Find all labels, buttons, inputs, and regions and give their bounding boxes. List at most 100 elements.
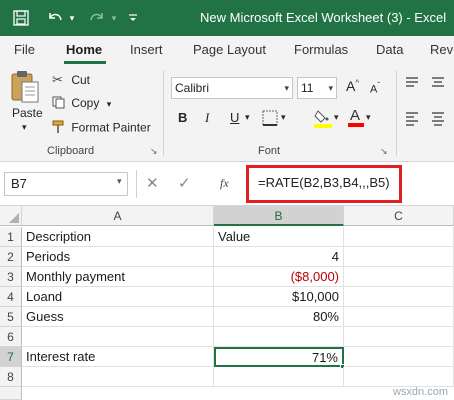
cell-c2[interactable] [344,247,454,267]
ribbon-tabs: File Home Insert Page Layout Formulas Da… [0,36,454,64]
font-group-label: Font [258,145,281,157]
row-header[interactable]: 5 [0,307,22,327]
italic-button[interactable]: I [205,110,209,126]
select-all-corner[interactable] [0,206,22,226]
tab-file[interactable]: File [14,36,35,64]
increase-font-size-icon[interactable]: A^ [346,78,359,94]
copy-label: Copy [71,96,100,111]
borders-dropdown-icon[interactable]: ▾ [281,112,286,123]
underline-dropdown-icon[interactable]: ▾ [245,112,250,123]
paste-dropdown-icon[interactable]: ▾ [22,122,27,133]
column-header-a[interactable]: A [22,206,214,226]
cell-c5[interactable] [344,307,454,327]
paste-button[interactable] [10,70,40,107]
tab-page-layout[interactable]: Page Layout [193,36,266,64]
cell-b7[interactable]: 71% [214,347,344,367]
font-color-button[interactable]: A [348,106,364,131]
row-header[interactable]: 4 [0,287,22,307]
cell-a8[interactable] [22,367,214,387]
enter-icon[interactable]: ✓ [178,174,191,192]
save-icon[interactable] [10,0,32,36]
borders-button[interactable] [262,110,278,129]
format-painter-button[interactable]: Format Painter [52,120,151,137]
watermark: wsxdn.com [392,386,448,398]
redo-icon[interactable] [86,0,108,36]
ribbon-separator [163,70,164,156]
cell-b6[interactable] [214,327,344,347]
decrease-font-size-icon[interactable]: Aˇ [370,81,380,96]
cancel-icon[interactable]: ✕ [146,174,159,192]
font-size-value: 11 [301,81,314,95]
tab-review[interactable]: Review [430,36,454,64]
tab-formulas[interactable]: Formulas [294,36,348,64]
title-bar: ▾ ▾ New Microsoft Excel Worksheet (3) - … [0,0,454,36]
font-color-dropdown-icon[interactable]: ▾ [366,112,371,123]
align-center-icon[interactable] [430,110,446,129]
row-header[interactable]: 1 [0,227,22,247]
align-middle-icon[interactable] [430,74,446,93]
tab-home[interactable]: Home [66,36,102,64]
borders-icon [262,110,278,126]
bold-button[interactable]: B [178,110,187,125]
tab-data[interactable]: Data [376,36,403,64]
cell-b5[interactable]: 80% [214,307,344,327]
cell-b3[interactable]: ($8,000) [214,267,344,287]
cell-a1[interactable]: Description [22,227,214,247]
ribbon-separator [396,70,397,156]
row-header[interactable]: 3 [0,267,22,287]
cell-b1[interactable]: Value [214,227,344,247]
cell-a7[interactable]: Interest rate [22,347,214,367]
cell-c6[interactable] [344,327,454,347]
font-launcher-icon[interactable]: ↘ [380,146,388,157]
cell-b4[interactable]: $10,000 [214,287,344,307]
cut-button[interactable]: ✂ Cut [52,72,90,88]
name-box-dropdown-icon[interactable]: ▾ [117,176,122,187]
column-header-b[interactable]: B [214,206,344,226]
name-box[interactable]: B7 [4,172,128,196]
align-top-icon[interactable] [404,74,420,93]
customize-quick-access-icon[interactable] [126,0,140,36]
formula-bar-divider [136,170,137,198]
row-header[interactable]: 6 [0,327,22,347]
tab-insert[interactable]: Insert [130,36,163,64]
cell-a4[interactable]: Loand [22,287,214,307]
cell-c7[interactable] [344,347,454,367]
cell-c3[interactable] [344,267,454,287]
cell-a6[interactable] [22,327,214,347]
clipboard-group-label: Clipboard [47,145,95,157]
fill-color-button[interactable] [314,108,332,131]
cell-c4[interactable] [344,287,454,307]
font-name-select[interactable]: Calibri ▾ [171,77,293,99]
cell-c8[interactable] [344,367,454,387]
font-size-select[interactable]: 11 ▾ [297,77,337,99]
clipboard-launcher-icon[interactable]: ↘ [150,146,158,157]
cell-a2[interactable]: Periods [22,247,214,267]
cell-a5[interactable]: Guess [22,307,214,327]
copy-icon [52,96,68,112]
paintbrush-icon [52,120,68,137]
undo-dropdown-icon[interactable]: ▾ [66,0,78,36]
row-header[interactable] [0,387,22,400]
align-left-icon[interactable] [404,110,420,129]
formula-input[interactable]: =RATE(B2,B3,B4,,,B5) [258,175,390,190]
font-size-dropdown-icon: ▾ [328,83,333,93]
underline-button[interactable]: U [230,110,239,125]
paint-bucket-icon [314,110,332,128]
cell-a3[interactable]: Monthly payment [22,267,214,287]
column-header-c[interactable]: C [344,206,454,226]
redo-dropdown-icon[interactable]: ▾ [108,0,120,36]
cell-c1[interactable] [344,227,454,247]
cell-b2[interactable]: 4 [214,247,344,267]
font-name-value: Calibri [175,81,210,95]
fill-color-dropdown-icon[interactable]: ▾ [334,112,339,123]
row-header[interactable]: 7 [0,347,22,367]
row-header[interactable]: 8 [0,367,22,387]
cut-label: Cut [71,73,91,87]
insert-function-button[interactable]: fx [220,176,229,191]
copy-button[interactable]: Copy ▾ [52,96,111,112]
window-title: New Microsoft Excel Worksheet (3) - Exce… [200,10,447,25]
paste-label[interactable]: Paste [12,106,43,120]
undo-icon[interactable] [44,0,66,36]
row-header[interactable]: 2 [0,247,22,267]
cell-b8[interactable] [214,367,344,387]
